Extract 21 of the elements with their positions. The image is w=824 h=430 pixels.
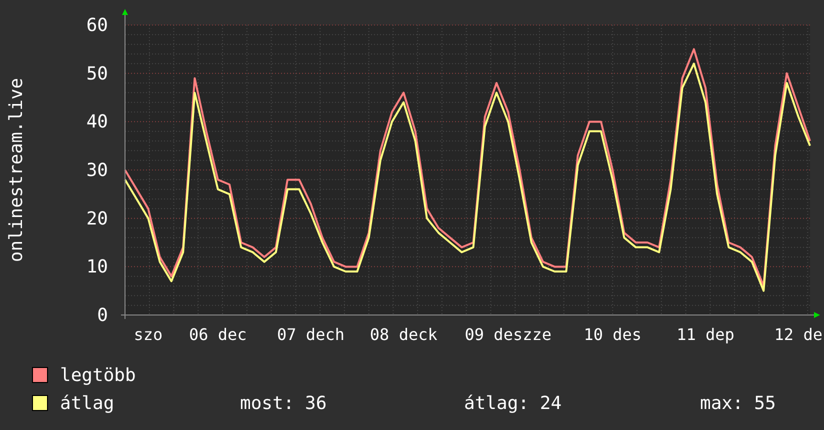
stat-value: most: 36 — [240, 392, 328, 414]
x-tick-label: 06 dec — [188, 325, 247, 344]
stat-value: max: 55 — [700, 392, 776, 414]
x-tick-label: 07 dech — [277, 325, 344, 344]
y-tick-label: 60 — [86, 15, 108, 36]
x-tick-label: szo — [134, 325, 163, 344]
y-tick-label: 10 — [86, 256, 108, 278]
y-axis-title: onlinestream.live — [6, 78, 27, 262]
y-tick-label: 0 — [97, 305, 108, 326]
legend-label: átlag — [60, 392, 116, 414]
y-tick-label: 40 — [86, 112, 108, 133]
x-tick-label: 11 dep — [676, 325, 734, 344]
y-tick-label: 30 — [86, 160, 108, 181]
x-tick-label: 10 des — [584, 325, 642, 344]
x-tick-label: 12 de — [774, 325, 822, 344]
y-tick-label: 20 — [86, 208, 108, 230]
stat-value: átlag: 24 — [464, 392, 563, 414]
y-tick-label: 50 — [86, 63, 108, 84]
x-tick-label: 09 deszze — [464, 325, 552, 344]
x-tick-label: 08 deck — [370, 325, 438, 344]
legend-label: legtöbb — [60, 364, 137, 386]
